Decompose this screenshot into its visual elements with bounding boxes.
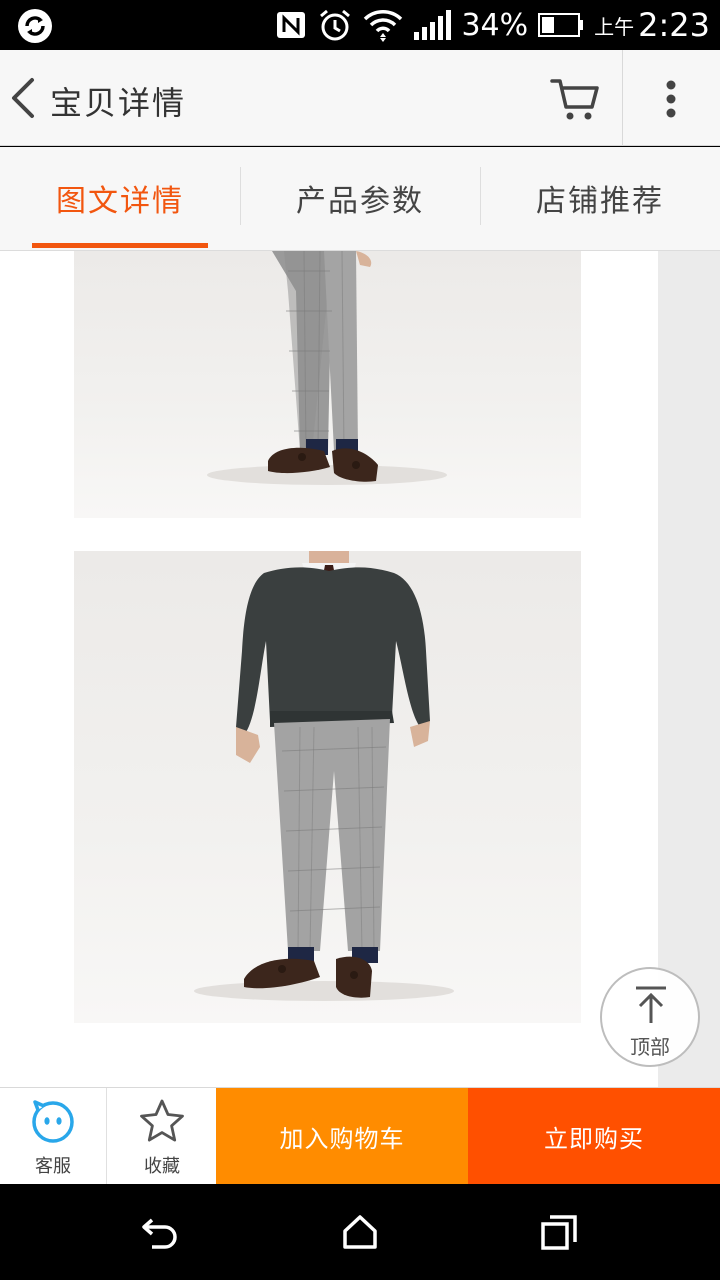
recent-apps-icon[interactable]	[540, 1214, 578, 1250]
alarm-icon	[320, 9, 351, 41]
favorite-label: 收藏	[144, 1156, 180, 1177]
battery-icon	[538, 13, 584, 37]
tab-image-detail[interactable]: 图文详情	[0, 147, 240, 249]
status-bar: 34% 上午 2:23	[0, 0, 720, 50]
signal-icon	[414, 10, 452, 40]
star-icon	[140, 1099, 184, 1142]
buy-now-button[interactable]: 立即购买	[468, 1088, 720, 1185]
active-tab-indicator	[32, 243, 208, 248]
back-nav-icon[interactable]	[140, 1214, 180, 1250]
sync-icon	[18, 9, 52, 43]
clock-ampm: 上午	[594, 14, 635, 39]
bottom-action-bar: 客服 收藏 加入购物车 立即购买	[0, 1087, 720, 1185]
arrow-up-icon	[636, 986, 666, 1023]
clock: 2:23	[638, 6, 710, 44]
header-divider	[622, 50, 623, 146]
nfc-icon	[277, 12, 306, 38]
back-to-top-label: 顶部	[630, 1035, 670, 1059]
product-photo	[74, 551, 581, 1023]
battery-percent: 34%	[461, 7, 529, 43]
system-nav-bar	[0, 1184, 720, 1280]
product-photo	[74, 251, 581, 518]
cart-icon[interactable]	[550, 76, 600, 122]
detail-content[interactable]	[0, 251, 720, 1087]
tab-product-params[interactable]: 产品参数	[240, 147, 480, 249]
page-title: 宝贝详情	[50, 84, 187, 122]
home-nav-icon[interactable]	[341, 1214, 379, 1250]
add-to-cart-button[interactable]: 加入购物车	[216, 1088, 468, 1185]
header-bar: 宝贝详情	[0, 50, 720, 146]
detail-tabs: 图文详情 产品参数 店铺推荐	[0, 147, 720, 251]
back-icon[interactable]	[8, 76, 38, 120]
favorite-button[interactable]: 收藏	[108, 1088, 216, 1185]
back-to-top-button[interactable]: 顶部	[600, 967, 700, 1067]
wifi-icon	[364, 10, 403, 42]
tab-shop-recommend[interactable]: 店铺推荐	[480, 147, 720, 249]
customer-service-label: 客服	[35, 1156, 71, 1177]
scrollbar-track[interactable]	[658, 251, 720, 1087]
more-icon[interactable]	[656, 76, 686, 122]
customer-service-icon	[32, 1100, 74, 1143]
customer-service-button[interactable]: 客服	[0, 1088, 107, 1185]
